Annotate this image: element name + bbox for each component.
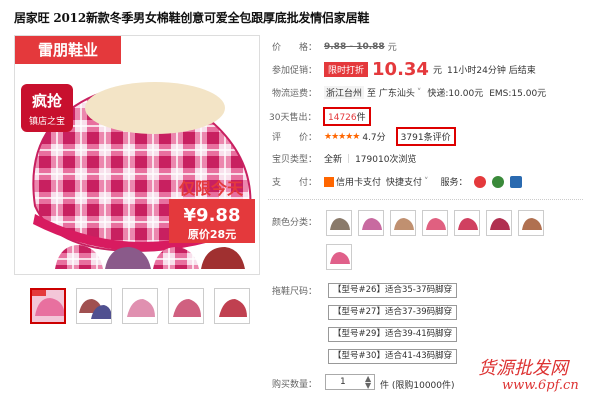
rating-label: 评 价： — [272, 133, 318, 143]
star-rating-icon: ★★★★★ — [324, 131, 360, 142]
reviews-link[interactable]: 3791条评价 — [401, 133, 451, 143]
color-swatch-8[interactable] — [326, 244, 352, 270]
color-swatch-2[interactable] — [358, 210, 384, 236]
qty-stock: 件 (限购10000件) — [380, 381, 455, 391]
size-option-30[interactable]: 【型号#30】适合41-43码脚穿 — [328, 349, 458, 364]
type-row: 宝贝类型： 全新 | 179010次浏览 — [272, 153, 417, 166]
thumbnail-3[interactable] — [122, 288, 158, 324]
type-value: 全新 — [324, 155, 343, 165]
price-row: 价 格： 9.88 - 10.88 元 — [272, 40, 397, 54]
pay-quick[interactable]: 快捷支付 — [386, 175, 422, 188]
promo-row: 参加促销： 限时打折 10.34 元 11小时24分钟 后结束 — [272, 59, 536, 80]
shipping-express: 快递:10.00元 — [427, 89, 484, 99]
shipping-to[interactable]: 至 广东汕头 — [367, 86, 415, 99]
thumbnail-5[interactable] — [214, 288, 250, 324]
quantity-stepper[interactable]: ▲ ▼ — [365, 375, 371, 390]
promo-price: 10.34 — [372, 59, 429, 80]
watermark-line2: www.6pf.cn — [502, 378, 579, 393]
shipping-row: 物流运费： 浙江台州 至 广东汕头 ˅ 快递:10.00元 EMS:15.00元 — [272, 86, 546, 99]
thumbnail-2[interactable] — [76, 288, 112, 324]
sizes-label-row: 拖鞋尺码： — [272, 284, 324, 297]
service-label: 服务： — [440, 178, 468, 188]
rating-row: 评 价： ★★★★★ 4.7分 3791条评价 — [272, 127, 456, 146]
size-option-29[interactable]: 【型号#29】适合39-41码脚穿 — [328, 327, 458, 342]
colors-label: 颜色分类： — [272, 218, 318, 228]
rating-score: 4.7分 — [362, 133, 386, 143]
color-swatch-5[interactable] — [454, 210, 480, 236]
main-product-image[interactable]: 雷朋鞋业 疯抢 镇店之宝 仅限今天 ¥9.88 原价28元 — [14, 35, 260, 275]
color-swatch-3[interactable] — [390, 210, 416, 236]
product-title: 居家旺 2012新款冬季男女棉鞋创意可爱全包跟厚底批发情侣家居鞋 — [14, 11, 370, 25]
badge-line1: 疯抢 — [32, 92, 63, 110]
color-swatch-7[interactable] — [518, 210, 544, 236]
type-label: 宝贝类型： — [272, 155, 318, 165]
sold-count: 14726 — [328, 113, 357, 123]
shipping-label: 物流运费： — [272, 89, 318, 99]
shipping-from[interactable]: 浙江台州 — [324, 86, 365, 99]
sold-label: 30天售出： — [269, 113, 317, 123]
color-swatch-1[interactable] — [326, 210, 352, 236]
service-invoice-icon[interactable] — [509, 175, 522, 188]
promo-unit: 元 — [432, 66, 442, 76]
views-count: 179010次浏览 — [355, 155, 417, 165]
price-value: 9.88 - 10.88 — [324, 41, 385, 52]
pay-card[interactable]: 信用卡支付 — [336, 175, 381, 188]
sold-unit: 件 — [356, 113, 366, 123]
price-label: 价 格： — [272, 43, 318, 53]
badge-line2: 镇店之宝 — [29, 115, 65, 127]
thumbnail-1[interactable] — [30, 288, 66, 324]
qty-label: 购买数量： — [272, 380, 318, 390]
thumbnail-4[interactable] — [168, 288, 204, 324]
reviews-box[interactable]: 3791条评价 — [395, 127, 456, 146]
service-guarantee-icon[interactable] — [491, 175, 504, 188]
service-7day-icon[interactable] — [473, 175, 486, 188]
size-option-27[interactable]: 【型号#27】适合37-39码脚穿 — [328, 305, 458, 320]
image-price: ¥9.88 — [184, 205, 241, 226]
promo-line: 仅限今天 — [178, 179, 244, 198]
brand-text: 雷朋鞋业 — [38, 41, 98, 59]
color-swatch-4[interactable] — [422, 210, 448, 236]
chevron-down-icon[interactable]: ˅ — [417, 88, 422, 98]
watermark-line1: 货源批发网 — [478, 358, 568, 379]
sold-row: 30天售出： 14726件 — [269, 107, 371, 126]
price-unit: 元 — [387, 43, 397, 53]
chevron-down-icon[interactable]: ˅ — [424, 177, 429, 187]
size-option-26[interactable]: 【型号#26】适合35-37码脚穿 — [328, 283, 458, 298]
colors-label-row: 颜色分类： — [272, 215, 324, 228]
credit-card-icon — [324, 176, 334, 187]
qty-label-row: 购买数量： — [272, 377, 324, 390]
pay-row: 支 付： 信用卡支付 快捷支付 ˅ 服务： — [272, 175, 522, 188]
image-orig-price: 原价28元 — [188, 228, 236, 241]
pay-label: 支 付： — [272, 178, 318, 188]
shipping-ems: EMS:15.00元 — [489, 89, 547, 99]
promo-label: 参加促销： — [272, 66, 318, 76]
sizes-label: 拖鞋尺码： — [272, 287, 318, 297]
sold-box: 14726件 — [323, 107, 371, 126]
promo-tag: 限时打折 — [324, 62, 369, 77]
divider — [268, 199, 583, 200]
promo-countdown: 11小时24分钟 后结束 — [446, 66, 536, 76]
color-swatch-6[interactable] — [486, 210, 512, 236]
